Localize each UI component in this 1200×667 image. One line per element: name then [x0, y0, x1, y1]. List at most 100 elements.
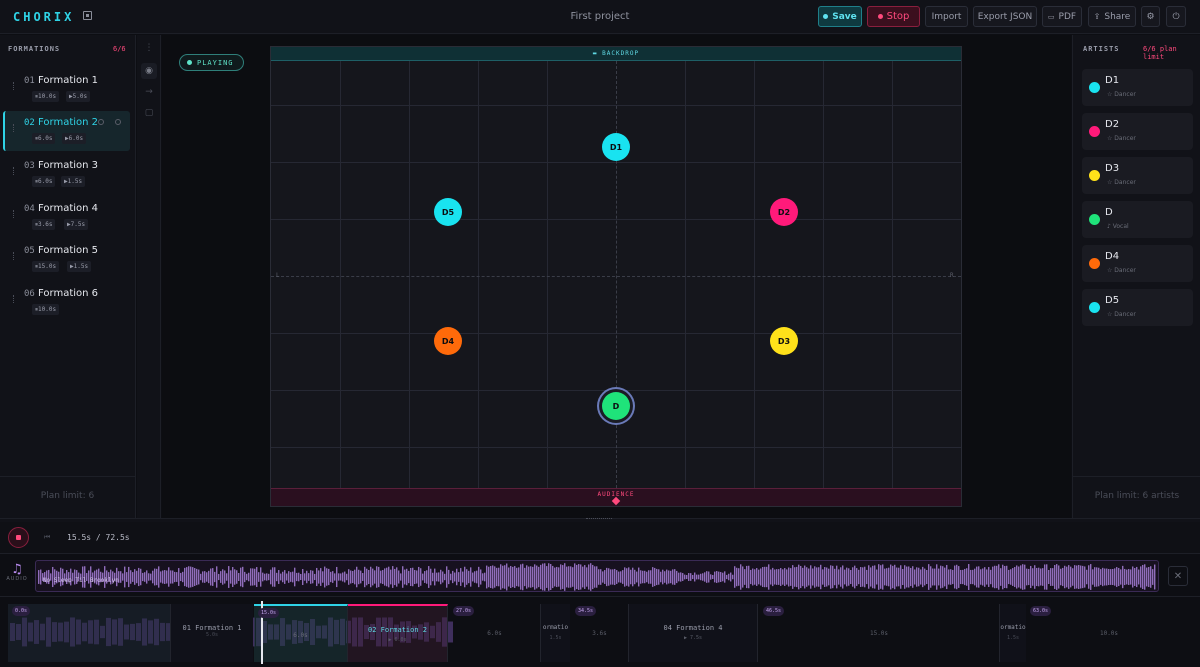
waveform-bar: [1130, 569, 1132, 585]
hold-chip: ⏸6.0s: [32, 133, 56, 144]
artist-card[interactable]: D ♪ Vocal: [1082, 201, 1193, 238]
timeline-formation-block-active[interactable]: 15.0s 6.0s: [254, 604, 348, 662]
dancer-marker[interactable]: D3: [770, 327, 798, 355]
waveform-bar: [772, 567, 774, 587]
share-button[interactable]: ⇪ Share: [1088, 6, 1136, 27]
drag-handle-icon[interactable]: [13, 124, 16, 132]
path-arrow-icon[interactable]: →: [141, 84, 157, 100]
waveform-bar: [904, 565, 906, 589]
drag-handle-icon[interactable]: [13, 82, 16, 90]
view-eye-icon[interactable]: ◉: [141, 63, 157, 79]
waveform-bar: [588, 564, 590, 590]
comment-icon[interactable]: ▢: [141, 105, 157, 121]
audio-waveform[interactable]: No Sleep Til Brooklyn: [35, 560, 1159, 592]
remove-audio-button[interactable]: ✕: [1168, 566, 1188, 586]
waveform-bar: [378, 566, 380, 588]
waveform-bar: [742, 566, 744, 588]
formation-item[interactable]: 03 Formation 3 ⏸6.0s ▶1.5s: [3, 154, 130, 194]
timeline-formation-block[interactable]: 04 Formation 4 ▶ 7.5s: [629, 604, 758, 662]
artist-color-dot: [1089, 126, 1100, 137]
timeline-transition-block[interactable]: 01 Formation 1 5.0s: [171, 604, 253, 662]
waveform-bar: [174, 571, 176, 583]
duplicate-icon[interactable]: [98, 119, 104, 125]
dancer-marker[interactable]: D5: [434, 198, 462, 226]
artist-card[interactable]: D2 ☆ Dancer: [1082, 113, 1193, 150]
waveform-bar: [724, 571, 726, 583]
artists-panel: ARTISTS 6/6 plan limit D1 ☆ Dancer D2 ☆ …: [1072, 35, 1200, 518]
timeline-formation-block-active[interactable]: 02 Formation 2 ▶ 6.0s: [348, 604, 448, 662]
artist-card[interactable]: D5 ☆ Dancer: [1082, 289, 1193, 326]
waveform-bar: [902, 568, 904, 586]
timeline-formation-block[interactable]: 63.0s 10.0s: [1026, 604, 1192, 662]
timeline-formation-block[interactable]: 27.0s 6.0s: [449, 604, 541, 662]
export-json-button[interactable]: Export JSON: [973, 6, 1037, 27]
settings-button[interactable]: ⚙: [1141, 6, 1160, 27]
delete-icon[interactable]: [115, 119, 121, 125]
waveform-bar: [822, 569, 824, 585]
drag-handle-icon[interactable]: [13, 252, 16, 260]
formation-item[interactable]: 01 Formation 1 ⏸10.0s ▶5.0s: [3, 69, 130, 109]
waveform-bar: [398, 570, 400, 584]
waveform-bar: [302, 569, 304, 585]
waveform-bar: [1098, 567, 1100, 587]
pdf-button[interactable]: ▭ PDF: [1042, 6, 1082, 27]
power-icon: ⏻: [1172, 11, 1180, 22]
waveform-bar: [1066, 566, 1068, 588]
waveform-bar: [408, 570, 410, 584]
waveform-bar: [1112, 568, 1114, 586]
hold-chip: ⏸10.0s: [32, 304, 60, 315]
stop-button[interactable]: Stop: [867, 6, 920, 27]
waveform-bar: [300, 573, 302, 581]
waveform-bar: [898, 567, 900, 587]
stage-canvas[interactable]: ▬ BACKDROP L R D1 D5 D2 D4 D3 D AUDIENCE: [270, 46, 962, 507]
waveform-bar: [790, 568, 792, 586]
rail-grip-icon[interactable]: ⋮: [141, 40, 157, 56]
artist-card[interactable]: D1 ☆ Dancer: [1082, 69, 1193, 106]
formation-item[interactable]: 06 Formation 6 ⏸10.0s: [3, 282, 130, 322]
timeline-formation-block[interactable]: 34.5s 3.6s: [571, 604, 629, 662]
timeline-transition-block[interactable]: ormatio 1.5s: [541, 604, 570, 662]
waveform-bar: [668, 570, 670, 584]
drag-handle-icon[interactable]: [13, 210, 16, 218]
formation-item[interactable]: 05 Formation 5 ⏸15.0s ▶1.5s: [3, 239, 130, 279]
resize-grip-icon[interactable]: [586, 518, 612, 521]
formation-item[interactable]: 04 Formation 4 ⏸3.6s ▶7.5s: [3, 197, 130, 237]
waveform-bar: [580, 564, 582, 590]
waveform-bar: [198, 569, 200, 585]
artist-color-dot: [1089, 82, 1100, 93]
waveform-bar: [1136, 566, 1138, 588]
drag-handle-icon[interactable]: [13, 167, 16, 175]
waveform-bar: [482, 573, 484, 581]
waveform-bar: [332, 571, 334, 583]
save-button[interactable]: Save: [818, 6, 862, 27]
waveform-bar: [712, 574, 714, 580]
formation-item-active[interactable]: 02 Formation 2 ⏸6.0s ▶6.0s: [3, 111, 130, 151]
dancer-marker-selected[interactable]: D: [602, 392, 630, 420]
dancer-marker[interactable]: D4: [434, 327, 462, 355]
waveform-bar: [928, 564, 930, 590]
artist-card[interactable]: D4 ☆ Dancer: [1082, 245, 1193, 282]
artist-card[interactable]: D3 ☆ Dancer: [1082, 157, 1193, 194]
waveform-bar: [338, 573, 340, 581]
skip-back-icon[interactable]: ⏮: [44, 533, 50, 542]
timeline-formation-block[interactable]: 46.5s 15.0s: [759, 604, 1000, 662]
waveform-bar: [980, 569, 982, 585]
timeline-formation-block[interactable]: 0.0s: [8, 604, 171, 662]
waveform-bar: [616, 570, 618, 584]
waveform-bar: [998, 564, 1000, 590]
dancer-marker[interactable]: D2: [770, 198, 798, 226]
waveform-bar: [630, 569, 632, 585]
stop-playback-button[interactable]: [8, 527, 29, 548]
import-button[interactable]: Import: [925, 6, 968, 27]
grid-line: [409, 61, 410, 488]
drag-handle-icon[interactable]: [13, 295, 16, 303]
waveform-bar: [708, 571, 710, 583]
artist-role: ☆ Dancer: [1107, 267, 1136, 274]
power-button[interactable]: ⏻: [1166, 6, 1186, 27]
timeline-transition-block[interactable]: ormatio 1.5s: [1000, 604, 1026, 662]
grid-line: [547, 61, 548, 488]
waveform-bar: [192, 567, 194, 587]
waveform-bar: [840, 567, 842, 587]
waveform-bar: [1036, 567, 1038, 587]
dancer-marker[interactable]: D1: [602, 133, 630, 161]
